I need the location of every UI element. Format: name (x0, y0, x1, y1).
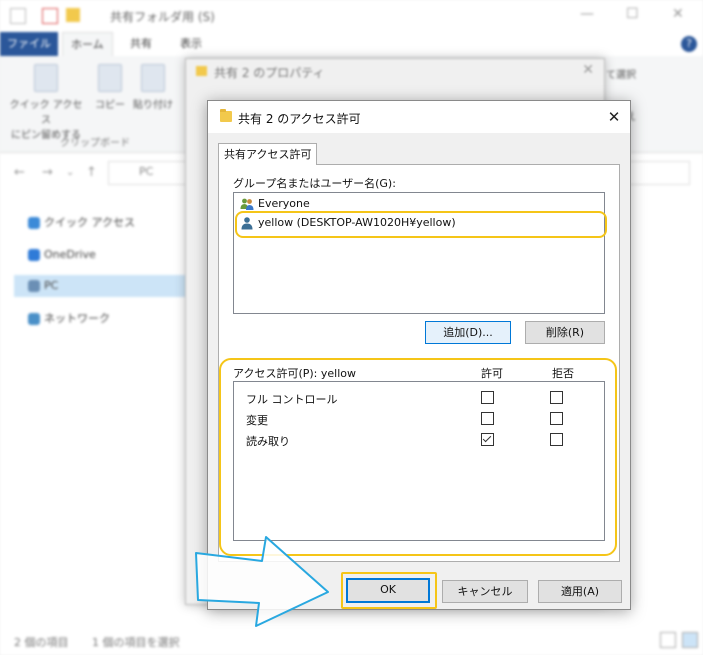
tab-share-permissions[interactable]: 共有アクセス許可 (218, 143, 318, 165)
arrow-icon (195, 536, 329, 627)
arrow-annotation (195, 536, 329, 627)
